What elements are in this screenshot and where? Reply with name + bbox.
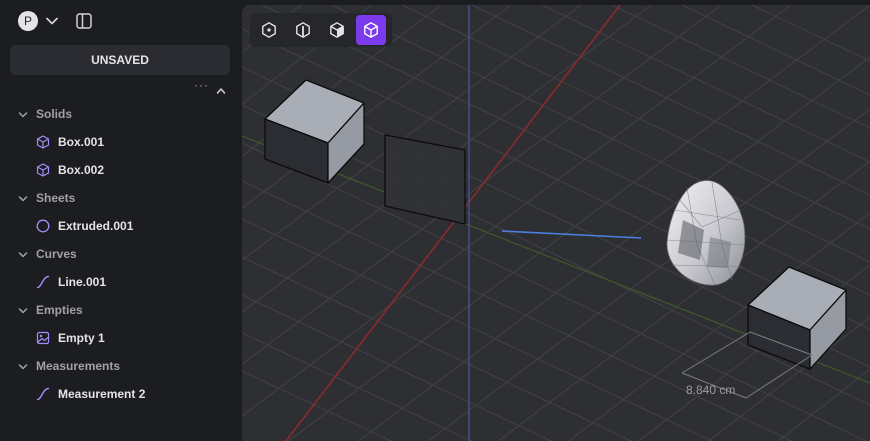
edge-mode-button[interactable] [288,15,318,45]
face-mode-icon [330,22,344,38]
tree-group-solids[interactable]: Solids [0,100,242,128]
tree-group-label: Sheets [36,191,76,205]
tree-group-empties[interactable]: Empties [0,296,242,324]
selection-mode-toolbar [250,13,392,47]
tree-item-label: Line.001 [58,275,107,289]
tree-item-label: Box.001 [58,135,105,149]
tree-group-measurements[interactable]: Measurements [0,352,242,380]
extruded-sheet[interactable] [384,134,466,225]
cube-icon [36,135,50,149]
sidebar-toggle-icon[interactable] [75,12,93,35]
more-dots-icon[interactable]: ··· [194,79,209,91]
tree-item-line-001[interactable]: Line.001 [0,268,242,296]
vertex-mode-button[interactable] [254,15,284,45]
object-tree: Solids Box.001 Box.002 Sheets Extruded.0… [0,100,242,408]
chevron-down-icon[interactable] [18,361,28,375]
chevron-down-icon[interactable] [45,14,59,33]
y-axis-line [285,5,621,441]
tree-group-label: Empties [36,303,83,317]
chevron-down-icon[interactable] [18,249,28,263]
scene-canvas[interactable] [242,5,870,441]
tree-item-label: Measurement 2 [58,387,146,401]
curve-icon [36,275,50,289]
tree-item-label: Empty 1 [58,331,105,345]
tree-item-box-002[interactable]: Box.002 [0,156,242,184]
curve-icon [36,387,50,401]
chevron-down-icon[interactable] [18,109,28,123]
tree-item-box-001[interactable]: Box.001 [0,128,242,156]
tree-item-extruded-001[interactable]: Extruded.001 [0,212,242,240]
box-001[interactable] [264,79,365,184]
chevron-down-icon[interactable] [18,193,28,207]
tree-item-label: Extruded.001 [58,219,134,233]
measurement-value-label: 8.840 cm [686,383,736,397]
cube-icon [36,163,50,177]
sidebar-header: P [0,0,242,42]
circle-icon [36,219,50,233]
3d-viewport[interactable]: 8.840 cm [242,5,870,441]
line-001-curve[interactable] [501,230,642,239]
tree-item-label: Box.002 [58,163,105,177]
sidebar: P UNSAVED ··· Solids Box.001 Box.002 She… [0,0,242,441]
image-icon [36,331,50,345]
tree-group-curves[interactable]: Curves [0,240,242,268]
save-status-button[interactable]: UNSAVED [10,45,230,75]
solid-mode-button[interactable] [356,15,386,45]
user-avatar[interactable]: P [18,11,38,31]
tree-group-label: Solids [36,107,73,121]
face-mode-button[interactable] [322,15,352,45]
tree-item-empty-1[interactable]: Empty 1 [0,324,242,352]
tree-group-label: Curves [36,247,77,261]
tree-group-sheets[interactable]: Sheets [0,184,242,212]
tree-item-measurement-2[interactable]: Measurement 2 [0,380,242,408]
edge-mode-icon [296,22,310,38]
chevron-down-icon[interactable] [18,305,28,319]
vertex-mode-icon [262,22,276,38]
tree-group-label: Measurements [36,359,121,373]
solid-mode-icon [364,22,378,38]
chevron-up-icon[interactable] [216,82,226,100]
